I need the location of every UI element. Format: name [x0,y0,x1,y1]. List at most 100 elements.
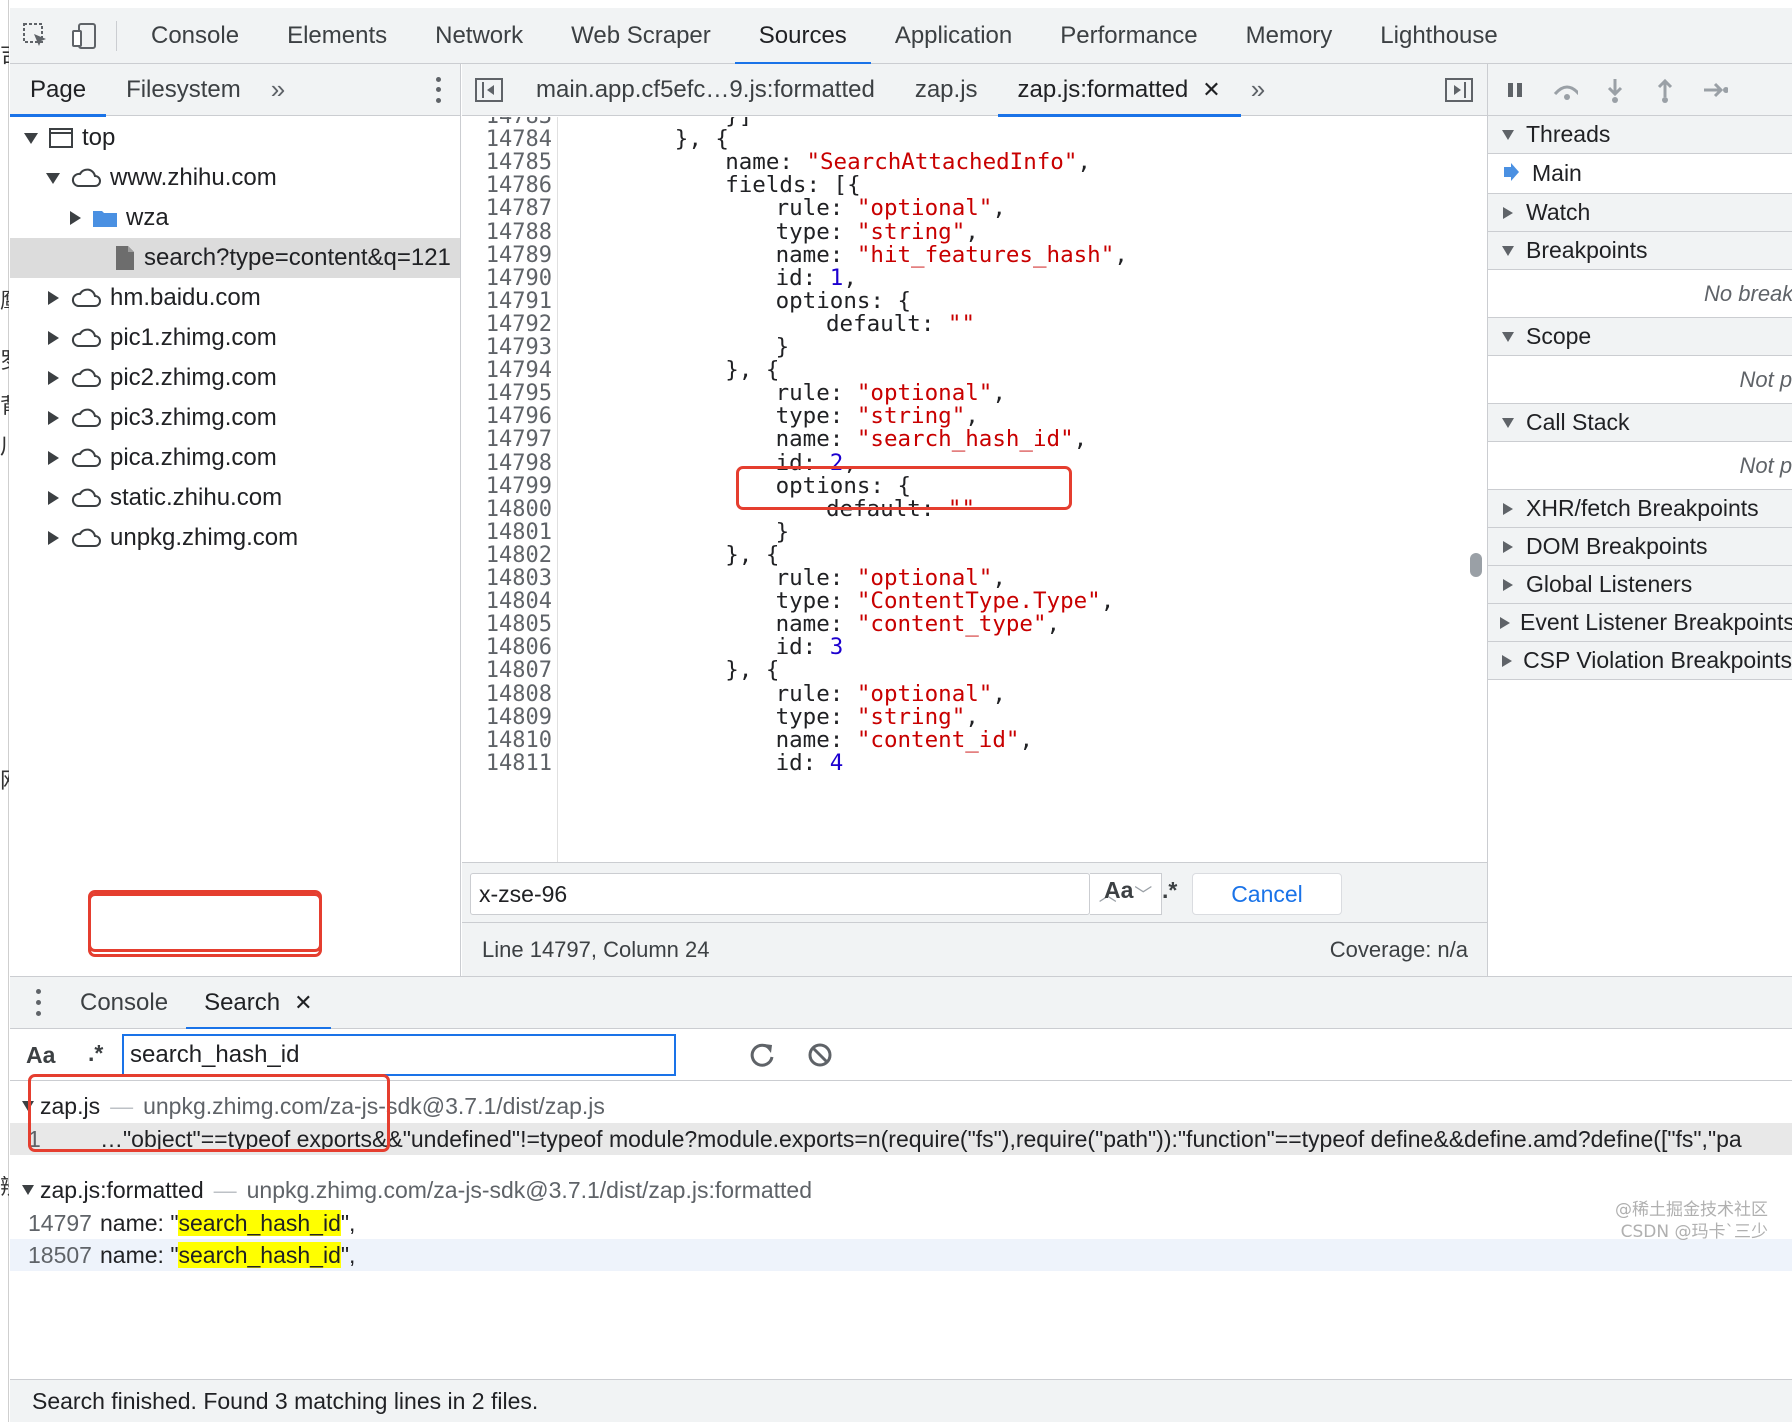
line-number[interactable]: 14796 [462,405,552,428]
line-number[interactable]: 14805 [462,613,552,636]
pane-header-event-listener-breakpoints[interactable]: Event Listener Breakpoints [1488,604,1792,642]
tree-item-unpkg-zhimg-com[interactable]: unpkg.zhimg.com [10,518,460,558]
drawer-tab-console[interactable]: Console [62,977,186,1029]
match-case-toggle[interactable]: Aa [1104,877,1133,904]
line-number[interactable]: 14804 [462,590,552,613]
cancel-button[interactable]: Cancel [1192,873,1342,915]
line-number[interactable]: 14808 [462,683,552,706]
expand-arrow-icon[interactable] [42,371,64,385]
line-number[interactable]: 14799 [462,475,552,498]
expand-arrow-icon[interactable] [42,491,64,505]
pane-header-breakpoints[interactable]: Breakpoints [1488,232,1792,270]
result-line[interactable]: 14797 name: "search_hash_id", [10,1207,1792,1239]
thread-main[interactable]: Main [1488,154,1792,194]
expand-arrow-icon[interactable] [42,411,64,425]
line-number[interactable]: 14801 [462,521,552,544]
drawer-tab-search[interactable]: Search ✕ [186,977,332,1030]
more-tabs-chevron-icon[interactable]: » [261,74,295,105]
drawer-menu-icon[interactable] [34,987,42,1019]
line-number[interactable]: 14798 [462,452,552,475]
pane-header-threads[interactable]: Threads [1488,116,1792,154]
line-number[interactable]: 14785 [462,151,552,174]
line-number[interactable]: 14802 [462,544,552,567]
file-tab-zap-js-formatted[interactable]: zap.js:formatted ✕ [997,64,1241,117]
refresh-icon[interactable] [748,1041,776,1074]
pane-header-xhr-fetch-breakpoints[interactable]: XHR/fetch Breakpoints [1488,490,1792,528]
tab-filesystem[interactable]: Filesystem [106,64,261,116]
line-number[interactable]: 14790 [462,267,552,290]
search-input[interactable]: search_hash_id [122,1034,676,1076]
expand-arrow-icon[interactable] [1500,206,1516,219]
expand-arrow-icon[interactable] [1500,129,1516,140]
pause-icon[interactable] [1502,77,1528,103]
tab-elements[interactable]: Elements [263,8,411,64]
line-number[interactable]: 14795 [462,382,552,405]
tab-web-scraper[interactable]: Web Scraper [547,8,735,64]
step-out-icon[interactable] [1652,77,1678,103]
line-number[interactable]: 14797 [462,428,552,451]
more-files-chevron-icon[interactable]: » [1241,74,1275,105]
line-number[interactable]: 14794 [462,359,552,382]
tree-item-pic2-zhimg-com[interactable]: pic2.zhimg.com [10,358,460,398]
step-icon[interactable] [1702,77,1728,103]
result-line[interactable]: 18507 name: "search_hash_id", [10,1239,1792,1271]
expand-arrow-icon[interactable] [1500,417,1516,428]
pane-header-call-stack[interactable]: Call Stack [1488,404,1792,442]
line-number[interactable]: 14807 [462,659,552,682]
pane-header-watch[interactable]: Watch [1488,194,1792,232]
expand-arrow-icon[interactable] [1500,654,1513,667]
expand-arrow-icon[interactable] [1500,578,1516,591]
tree-item-search-type-content-q-121[interactable]: search?type=content&q=121 [10,238,460,278]
line-number[interactable]: 14809 [462,706,552,729]
expand-arrow-icon[interactable] [1500,616,1510,629]
tree-item-pica-zhimg-com[interactable]: pica.zhimg.com [10,438,460,478]
step-into-icon[interactable] [1602,77,1628,103]
tree-item-hm-baidu-com[interactable]: hm.baidu.com [10,278,460,318]
tree-item-www-zhihu-com[interactable]: www.zhihu.com [10,158,460,198]
file-tab-main-app-cf5efc-9-js-for[interactable]: main.app.cf5efc…9.js:formatted [516,64,895,116]
device-toolbar-icon[interactable] [62,8,106,64]
tab-console[interactable]: Console [127,8,263,64]
tab-application[interactable]: Application [871,8,1036,64]
line-number[interactable]: 14791 [462,290,552,313]
clear-icon[interactable] [806,1041,834,1074]
expand-arrow-icon[interactable] [42,331,64,345]
line-number[interactable]: 14803 [462,567,552,590]
expand-arrow-icon[interactable] [20,1185,36,1195]
tab-sources[interactable]: Sources [734,8,871,65]
line-number[interactable]: 14811 [462,752,552,775]
line-number[interactable]: 14800 [462,498,552,521]
tab-page[interactable]: Page [10,64,107,117]
step-over-icon[interactable] [1552,77,1578,103]
line-number[interactable]: 14784 [462,128,552,151]
regex-toggle[interactable]: .* [88,1040,103,1067]
tab-performance[interactable]: Performance [1036,8,1221,64]
expand-arrow-icon[interactable] [64,211,86,225]
result-file-header[interactable]: zap.js:formatted — unpkg.zhimg.com/za-js-s… [10,1173,1792,1207]
expand-arrow-icon[interactable] [42,531,64,545]
pane-header-dom-breakpoints[interactable]: DOM Breakpoints [1488,528,1792,566]
pane-header-csp-violation-breakpoints[interactable]: CSP Violation Breakpoints [1488,642,1792,680]
tree-item-pic3-zhimg-com[interactable]: pic3.zhimg.com [10,398,460,438]
inspect-element-icon[interactable] [10,8,62,64]
tree-item-pic1-zhimg-com[interactable]: pic1.zhimg.com [10,318,460,358]
expand-arrow-icon[interactable] [1500,331,1516,342]
line-number[interactable]: 14810 [462,729,552,752]
tab-lighthouse[interactable]: Lighthouse [1356,8,1521,64]
find-input[interactable]: x-zse-96 [470,873,1090,915]
regex-toggle[interactable]: .* [1162,877,1177,904]
line-number[interactable]: 14787 [462,197,552,220]
close-icon[interactable]: ✕ [294,990,312,1016]
line-number[interactable]: 14789 [462,244,552,267]
expand-arrow-icon[interactable] [1500,502,1516,515]
file-tab-zap-js[interactable]: zap.js [895,64,998,116]
expand-arrow-icon[interactable] [1500,245,1516,256]
expand-arrow-icon[interactable] [20,132,42,144]
expand-arrow-icon[interactable] [42,291,64,305]
tree-item-static-zhihu-com[interactable]: static.zhihu.com [10,478,460,518]
close-icon[interactable]: ✕ [1202,77,1220,103]
editor-scrollbar[interactable] [1470,553,1482,577]
tree-item-top[interactable]: top [10,118,460,158]
tree-item-wza[interactable]: wza [10,198,460,238]
coverage-status[interactable]: Coverage: n/a [1330,937,1468,963]
